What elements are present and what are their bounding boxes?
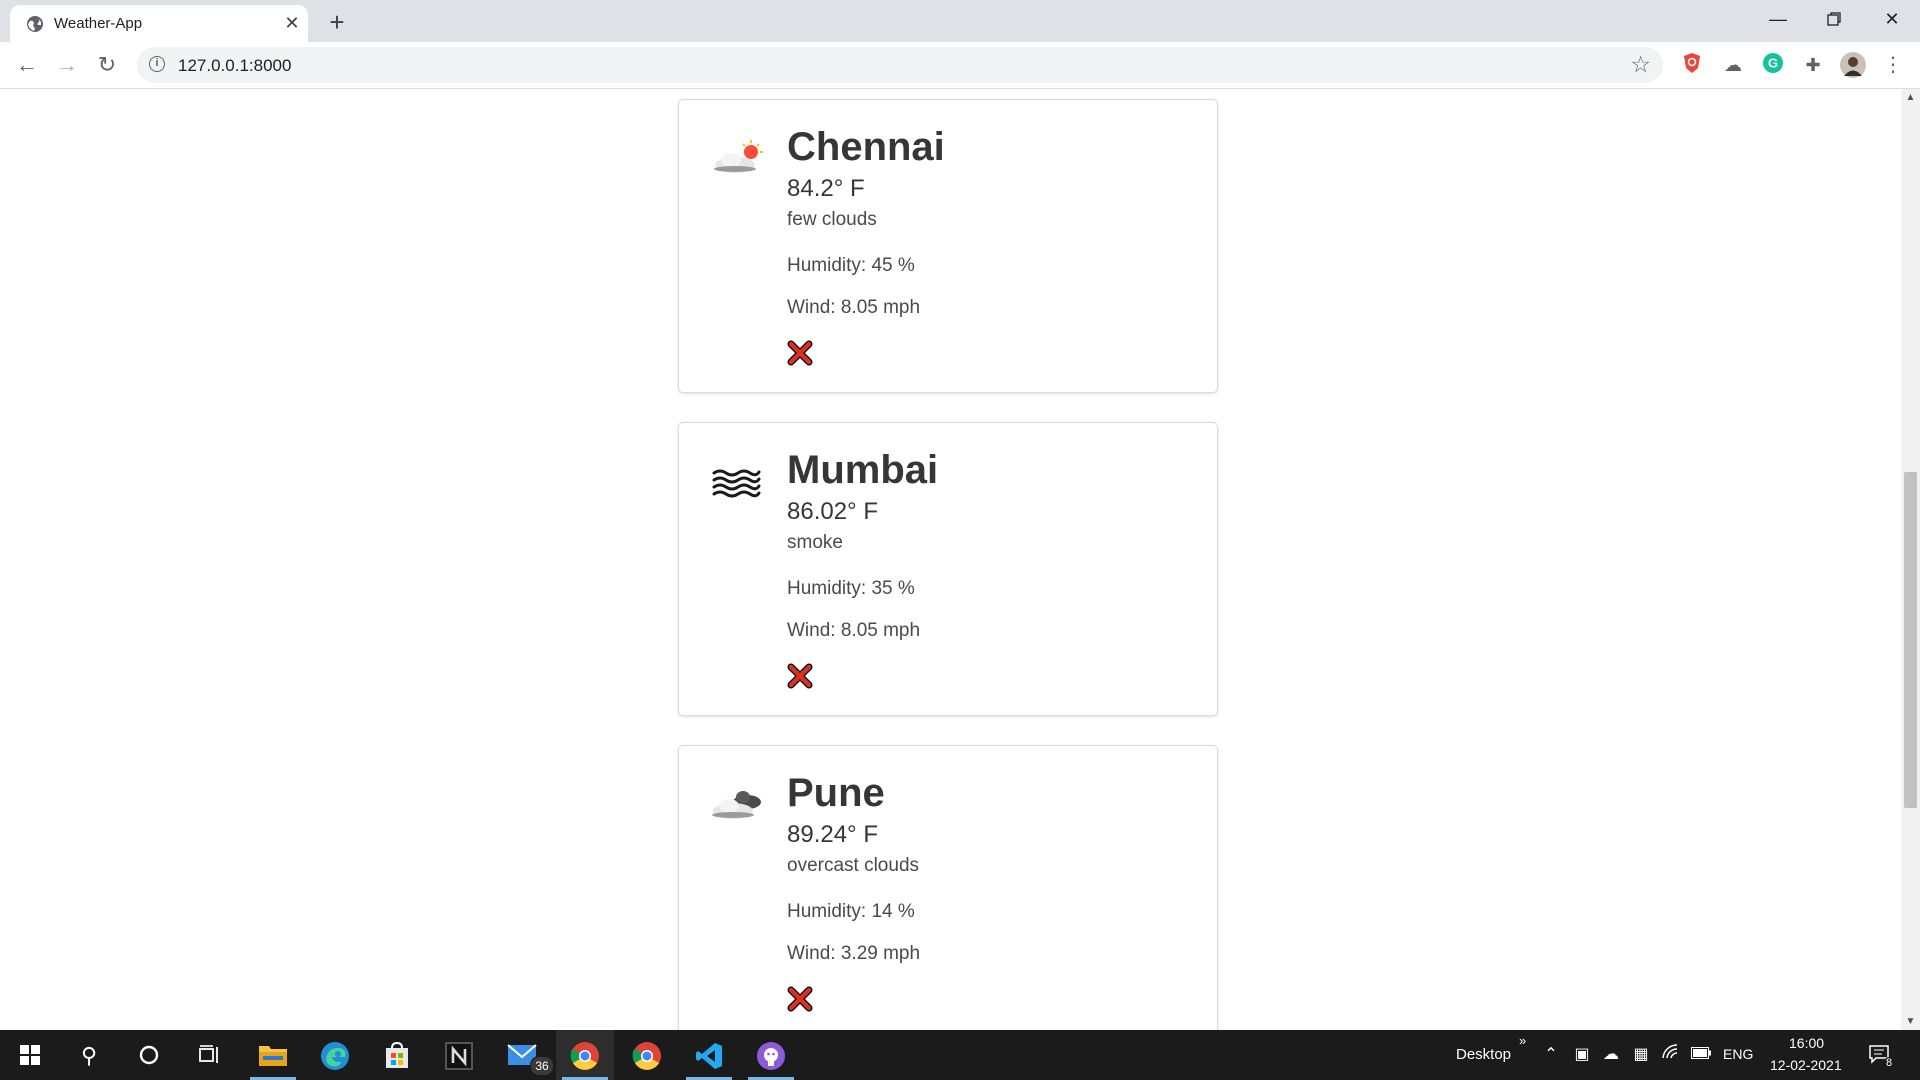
mail-unread-badge: 36 (530, 1056, 554, 1076)
restore-icon[interactable] (1806, 0, 1862, 38)
task-view-icon (199, 1045, 218, 1063)
wifi-icon[interactable] (1660, 1044, 1682, 1066)
show-hidden-icons-chevron-icon[interactable]: ⌃ (1540, 1044, 1562, 1066)
brave-shield-icon[interactable] (1679, 52, 1705, 78)
browser-tab[interactable]: Weather-App ✕ (10, 5, 308, 42)
task-view-button[interactable] (180, 1030, 238, 1080)
wind-text: Wind: 8.05 mph (787, 297, 921, 318)
github-icon (757, 1042, 785, 1070)
weather-description: few clouds (787, 209, 877, 230)
city-card: Mumbai 86.02° F smoke Humidity: 35 % Win… (678, 422, 1218, 716)
city-card: Pune 89.24° F overcast clouds Humidity: … (678, 745, 1218, 1030)
city-name: Mumbai (787, 448, 939, 492)
windows-logo-icon (20, 1045, 40, 1065)
security-monitor-icon[interactable]: ▦ (1630, 1044, 1652, 1066)
tab-strip: Weather-App ✕ + — ✕ (0, 0, 1920, 42)
mail-button[interactable]: 36 (494, 1030, 554, 1080)
chrome-active-button[interactable] (556, 1030, 614, 1080)
cortana-icon (139, 1045, 159, 1065)
weather-description: overcast clouds (787, 855, 920, 876)
vscode-icon (696, 1043, 722, 1069)
extension-cloud-icon[interactable]: ☁ (1720, 52, 1746, 78)
menu-kebab-icon[interactable]: ⋮ (1880, 52, 1906, 78)
temperature: 89.24° F (787, 821, 878, 848)
tab-title: Weather-App (54, 15, 143, 32)
edge-button[interactable] (306, 1030, 364, 1080)
profile-avatar[interactable] (1840, 52, 1866, 78)
city-card: Chennai 84.2° F few clouds Humidity: 45 … (678, 99, 1218, 393)
close-tab-icon[interactable]: ✕ (282, 13, 302, 33)
notification-count: 8 (1884, 1057, 1895, 1069)
scroll-down-icon[interactable]: ▼ (1901, 1013, 1920, 1030)
info-icon[interactable]: i (149, 56, 165, 72)
start-button[interactable] (0, 1030, 58, 1080)
delete-x-icon[interactable] (787, 663, 813, 689)
github-desktop-button[interactable] (742, 1030, 800, 1080)
windows-taskbar: ⚲ 36 Desktop » ⌃ ▣ ☁ ▦ ENG 16:00 12-02-2… (0, 1030, 1920, 1080)
onedrive-cloud-icon[interactable]: ☁ (1600, 1044, 1622, 1066)
scroll-up-icon[interactable]: ▲ (1901, 89, 1920, 106)
chrome-button[interactable] (618, 1030, 676, 1080)
scroll-thumb[interactable] (1904, 472, 1917, 808)
humidity-text: Humidity: 14 % (787, 901, 915, 922)
battery-icon[interactable] (1690, 1044, 1712, 1066)
humidity-text: Humidity: 45 % (787, 255, 915, 276)
wind-text: Wind: 3.29 mph (787, 943, 921, 964)
notion-button[interactable] (430, 1030, 488, 1080)
extensions-puzzle-icon[interactable]: ✚ (1800, 52, 1826, 78)
file-explorer-button[interactable] (244, 1030, 302, 1080)
browser-toolbar: ← → ↻ i 127.0.0.1:8000 ☆ ☁ G ✚ ⋮ (0, 42, 1920, 89)
chrome-icon (570, 1042, 599, 1070)
back-arrow-icon[interactable]: ← (12, 50, 42, 80)
url-text[interactable]: 127.0.0.1:8000 (178, 56, 291, 76)
delete-x-icon[interactable] (787, 340, 813, 366)
folder-icon (259, 1046, 287, 1066)
reload-icon[interactable]: ↻ (92, 50, 122, 80)
city-name: Pune (787, 771, 885, 815)
city-name: Chennai (787, 125, 945, 169)
temperature: 86.02° F (787, 498, 878, 525)
new-tab-button[interactable]: + (323, 8, 351, 36)
overcast-clouds-icon (712, 791, 761, 819)
meet-now-icon[interactable]: ▣ (1571, 1044, 1593, 1066)
vscode-button[interactable] (680, 1030, 738, 1080)
address-bar[interactable]: i 127.0.0.1:8000 ☆ (137, 47, 1663, 83)
language-indicator[interactable]: ENG (1723, 1046, 1753, 1062)
grammarly-icon[interactable]: G (1760, 52, 1786, 78)
humidity-text: Humidity: 35 % (787, 578, 915, 599)
store-button[interactable] (368, 1030, 426, 1080)
globe-icon (27, 16, 43, 32)
page-viewport: Chennai 84.2° F few clouds Humidity: 45 … (0, 89, 1901, 1030)
store-bag-icon (386, 1042, 408, 1068)
search-button[interactable]: ⚲ (60, 1030, 118, 1080)
minimize-icon[interactable]: — (1750, 0, 1806, 38)
page-scrollbar[interactable]: ▲ ▼ (1901, 89, 1920, 1030)
search-icon: ⚲ (80, 1043, 98, 1068)
few-clouds-icon (714, 140, 763, 173)
delete-x-icon[interactable] (787, 986, 813, 1012)
svg-text:G: G (1768, 56, 1778, 71)
desktop-toolbar-label[interactable]: Desktop (1456, 1046, 1511, 1063)
edge-icon (321, 1042, 349, 1070)
clock-time[interactable]: 16:00 (1789, 1035, 1824, 1051)
temperature: 84.2° F (787, 175, 865, 202)
wind-text: Wind: 8.05 mph (787, 620, 921, 641)
bookmark-star-icon[interactable]: ☆ (1630, 51, 1651, 78)
chrome-icon (632, 1042, 661, 1070)
notion-icon (445, 1042, 473, 1070)
forward-arrow-icon[interactable]: → (52, 50, 82, 80)
close-window-icon[interactable]: ✕ (1864, 0, 1920, 38)
weather-description: smoke (787, 532, 843, 553)
cortana-button[interactable] (120, 1030, 178, 1080)
toolbar-expand-chevron[interactable]: » (1519, 1033, 1526, 1048)
clock-date[interactable]: 12-02-2021 (1770, 1057, 1842, 1073)
smoke-icon (712, 469, 761, 498)
